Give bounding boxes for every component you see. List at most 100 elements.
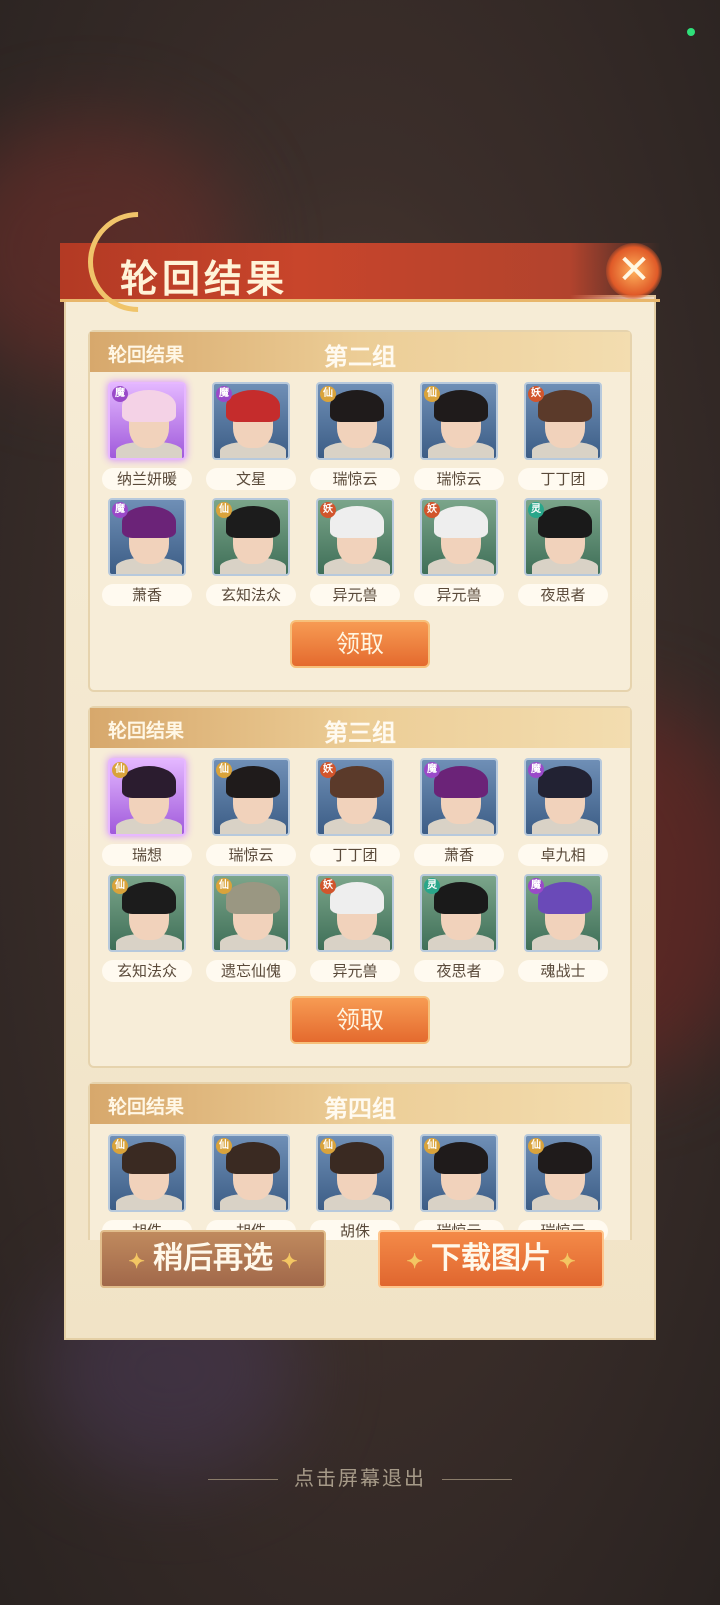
character-portrait: 仙 (212, 874, 290, 952)
faction-badge-icon: 仙 (424, 386, 440, 402)
download-image-label: 下载图片 (431, 1241, 551, 1276)
portrait-hair (226, 1142, 280, 1174)
portrait-hair (538, 390, 592, 422)
character-card[interactable]: 仙瑞惊云 (310, 382, 400, 498)
faction-badge-icon: 仙 (112, 762, 128, 778)
character-card[interactable]: 魔萧香 (414, 758, 504, 874)
portrait-hair (226, 882, 280, 914)
faction-badge-icon: 妖 (320, 762, 336, 778)
sparkle-icon: ✦ (559, 1249, 576, 1273)
character-card[interactable]: 魔文星 (206, 382, 296, 498)
character-card[interactable]: 仙玄知法众 (206, 498, 296, 614)
portrait-hair (226, 390, 280, 422)
claim-button[interactable]: 领取 (290, 620, 430, 668)
group-name: 第二组 (324, 342, 396, 371)
faction-badge-icon: 魔 (424, 762, 440, 778)
exit-hint[interactable]: 点击屏幕退出 (0, 1462, 720, 1491)
divider (208, 1479, 278, 1480)
character-portrait: 魔 (108, 382, 186, 460)
character-portrait: 妖 (316, 498, 394, 576)
character-portrait: 仙 (212, 1134, 290, 1212)
groups-scroll-list[interactable]: 轮回结果 第二组魔纳兰妍暖魔文星仙瑞惊云仙瑞惊云妖丁丁团魔萧香仙玄知法众妖异元兽妖… (88, 330, 632, 1240)
portrait-hair (226, 506, 280, 538)
character-name: 遗忘仙傀 (206, 960, 296, 982)
character-card[interactable]: 仙瑞想 (102, 758, 192, 874)
character-name: 卓九相 (518, 844, 608, 866)
portrait-hair (122, 766, 176, 798)
faction-badge-icon: 魔 (216, 386, 232, 402)
character-card[interactable]: 魔纳兰妍暖 (102, 382, 192, 498)
character-card[interactable]: 妖异元兽 (310, 498, 400, 614)
result-group: 轮回结果 第三组仙瑞想仙瑞惊云妖丁丁团魔萧香魔卓九相仙玄知法众仙遗忘仙傀妖异元兽灵… (88, 706, 632, 1068)
character-card[interactable]: 魔萧香 (102, 498, 192, 614)
character-grid: 魔纳兰妍暖魔文星仙瑞惊云仙瑞惊云妖丁丁团魔萧香仙玄知法众妖异元兽妖异元兽灵夜思者 (90, 372, 630, 614)
character-portrait: 仙 (212, 498, 290, 576)
faction-badge-icon: 仙 (216, 762, 232, 778)
choose-later-button[interactable]: ✦ 稍后再选 ✦ (100, 1230, 326, 1288)
character-card[interactable]: 仙胡侏 (206, 1134, 296, 1240)
character-card[interactable]: 妖丁丁团 (518, 382, 608, 498)
result-group: 轮回结果 第二组魔纳兰妍暖魔文星仙瑞惊云仙瑞惊云妖丁丁团魔萧香仙玄知法众妖异元兽妖… (88, 330, 632, 692)
character-portrait: 仙 (420, 1134, 498, 1212)
download-image-button[interactable]: ✦ 下载图片 ✦ (378, 1230, 604, 1288)
character-card[interactable]: 灵夜思者 (414, 874, 504, 990)
portrait-hair (434, 882, 488, 914)
portrait-hair (538, 766, 592, 798)
character-grid: 仙胡侏仙胡侏仙胡侏仙瑞惊云仙瑞惊云 (90, 1124, 630, 1240)
faction-badge-icon: 仙 (112, 878, 128, 894)
character-card[interactable]: 妖丁丁团 (310, 758, 400, 874)
character-card[interactable]: 仙瑞惊云 (518, 1134, 608, 1240)
faction-badge-icon: 仙 (216, 502, 232, 518)
portrait-hair (330, 390, 384, 422)
character-name: 瑞惊云 (206, 844, 296, 866)
character-card[interactable]: 仙瑞惊云 (414, 382, 504, 498)
character-name: 玄知法众 (102, 960, 192, 982)
portrait-hair (538, 882, 592, 914)
character-card[interactable]: 灵夜思者 (518, 498, 608, 614)
faction-badge-icon: 灵 (528, 502, 544, 518)
group-name: 第三组 (324, 718, 396, 747)
portrait-hair (330, 766, 384, 798)
result-group: 轮回结果第四组仙胡侏仙胡侏仙胡侏仙瑞惊云仙瑞惊云 (88, 1082, 632, 1240)
character-name: 瑞惊云 (310, 468, 400, 490)
character-name: 丁丁团 (518, 468, 608, 490)
portrait-hair (538, 506, 592, 538)
portrait-hair (330, 882, 384, 914)
faction-badge-icon: 灵 (424, 878, 440, 894)
character-name: 魂战士 (518, 960, 608, 982)
character-card[interactable]: 魔魂战士 (518, 874, 608, 990)
group-name: 第四组 (324, 1094, 396, 1123)
faction-badge-icon: 仙 (216, 1138, 232, 1154)
character-portrait: 仙 (524, 1134, 602, 1212)
faction-badge-icon: 妖 (528, 386, 544, 402)
character-card[interactable]: 仙遗忘仙傀 (206, 874, 296, 990)
character-name: 异元兽 (310, 960, 400, 982)
character-card[interactable]: 魔卓九相 (518, 758, 608, 874)
character-portrait: 仙 (108, 1134, 186, 1212)
claim-button[interactable]: 领取 (290, 996, 430, 1044)
faction-badge-icon: 仙 (424, 1138, 440, 1154)
character-card[interactable]: 妖异元兽 (414, 498, 504, 614)
portrait-hair (434, 506, 488, 538)
character-portrait: 仙 (316, 1134, 394, 1212)
character-card[interactable]: 仙瑞惊云 (206, 758, 296, 874)
character-card[interactable]: 仙瑞惊云 (414, 1134, 504, 1240)
character-card[interactable]: 仙胡侏 (102, 1134, 192, 1240)
portrait-hair (330, 506, 384, 538)
character-portrait: 妖 (420, 498, 498, 576)
character-card[interactable]: 仙胡侏 (310, 1134, 400, 1240)
exit-hint-label: 点击屏幕退出 (294, 1466, 426, 1490)
character-portrait: 妖 (316, 758, 394, 836)
character-card[interactable]: 妖异元兽 (310, 874, 400, 990)
character-name: 异元兽 (310, 584, 400, 606)
choose-later-label: 稍后再选 (153, 1241, 273, 1276)
character-portrait: 魔 (524, 874, 602, 952)
portrait-hair (434, 390, 488, 422)
close-button[interactable]: ✕ (606, 243, 662, 299)
faction-badge-icon: 魔 (112, 502, 128, 518)
faction-badge-icon: 魔 (528, 762, 544, 778)
character-name: 玄知法众 (206, 584, 296, 606)
character-portrait: 仙 (420, 382, 498, 460)
portrait-hair (330, 1142, 384, 1174)
character-card[interactable]: 仙玄知法众 (102, 874, 192, 990)
